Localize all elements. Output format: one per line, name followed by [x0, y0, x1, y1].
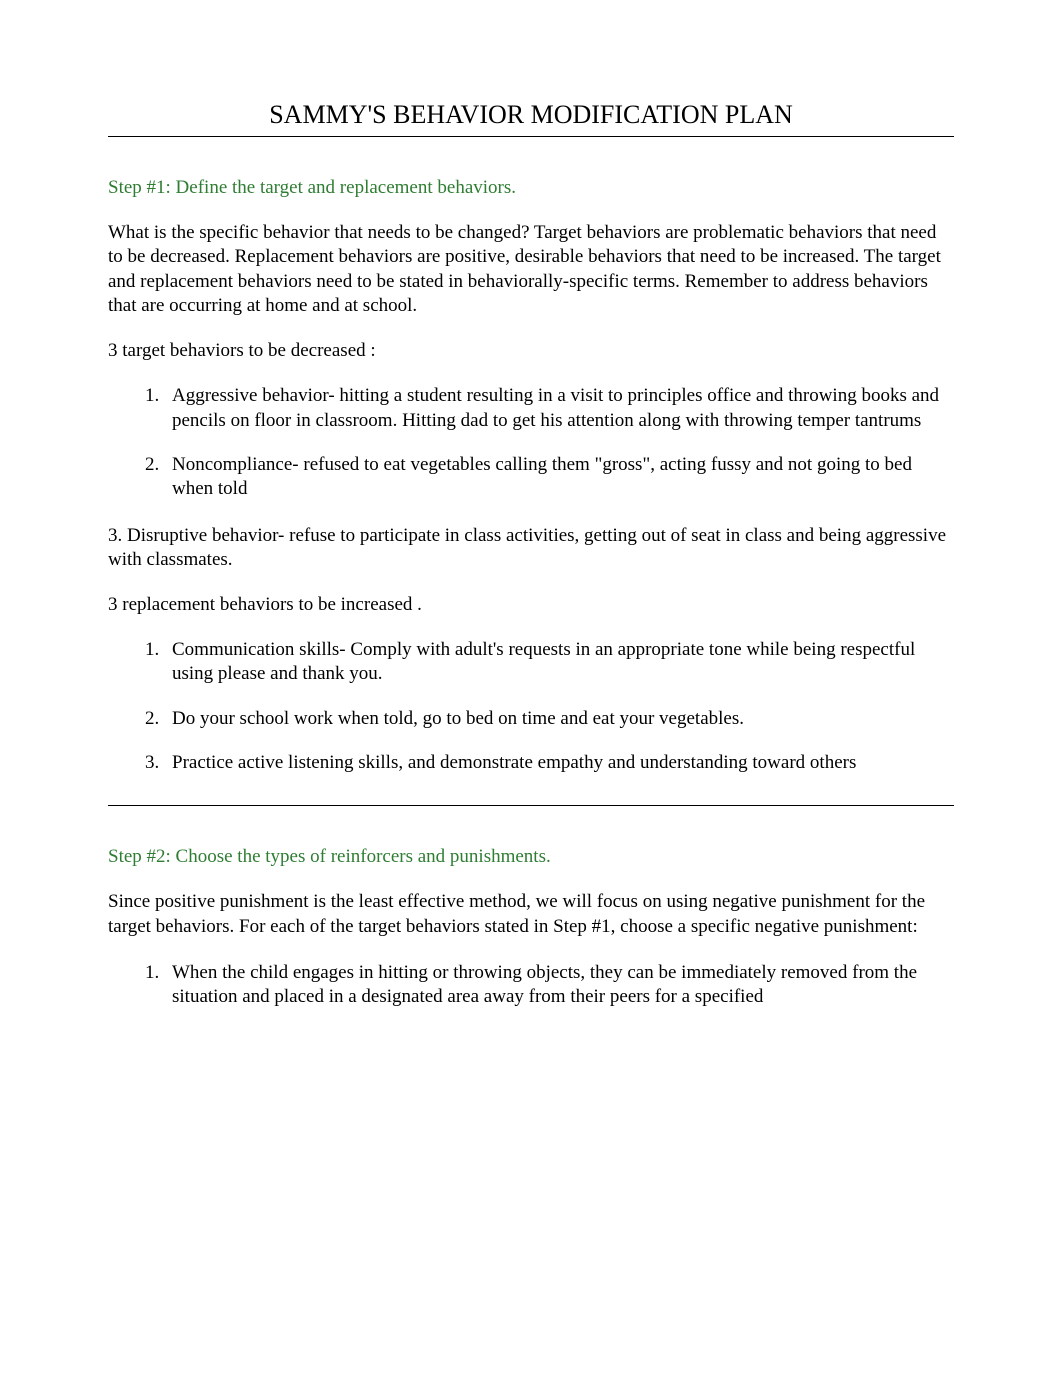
target-behaviors-list: Aggressive behavior- hitting a student r… [108, 384, 954, 501]
step2-intro: Since positive punishment is the least e… [108, 890, 954, 939]
target-behaviors-label: 3 target behaviors to be decreased : [108, 340, 954, 362]
document-page: SAMMY'S BEHAVIOR MODIFICATION PLAN Step … [0, 0, 1062, 1377]
list-item: Do your school work when told, go to bed… [164, 707, 954, 731]
list-item: Aggressive behavior- hitting a student r… [164, 384, 954, 433]
list-item: Noncompliance- refused to eat vegetables… [164, 453, 954, 502]
document-title: SAMMY'S BEHAVIOR MODIFICATION PLAN [108, 100, 954, 130]
list-item: Communication skills- Comply with adult'… [164, 638, 954, 687]
step1-header: Step #1: Define the target and replaceme… [108, 177, 954, 199]
replacement-behaviors-list: Communication skills- Comply with adult'… [108, 638, 954, 775]
step1-intro: What is the specific behavior that needs… [108, 221, 954, 318]
horizontal-rule [108, 136, 954, 137]
replacement-behaviors-label: 3 replacement behaviors to be increased … [108, 594, 954, 616]
list-item: When the child engages in hitting or thr… [164, 961, 954, 1010]
target-behavior-item-3: 3. Disruptive behavior- refuse to partic… [108, 524, 954, 573]
step2-list: When the child engages in hitting or thr… [108, 961, 954, 1010]
horizontal-rule [108, 805, 954, 806]
step2-header: Step #2: Choose the types of reinforcers… [108, 846, 954, 868]
list-item: Practice active listening skills, and de… [164, 751, 954, 775]
